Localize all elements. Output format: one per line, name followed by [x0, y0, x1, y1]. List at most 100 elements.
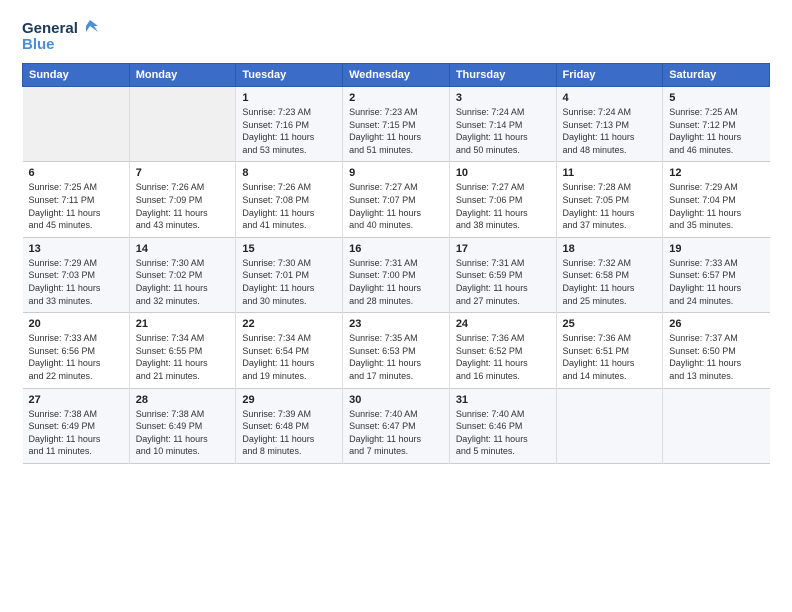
calendar-cell: 20 Sunrise: 7:33 AM Sunset: 6:56 PM Dayli… [23, 313, 130, 388]
day-number: 4 [563, 92, 657, 104]
day-info: Sunrise: 7:29 AM Sunset: 7:03 PM Dayligh… [29, 257, 123, 307]
day-info: Sunrise: 7:32 AM Sunset: 6:58 PM Dayligh… [563, 257, 657, 307]
day-info: Sunrise: 7:27 AM Sunset: 7:07 PM Dayligh… [349, 181, 443, 231]
day-number: 15 [242, 243, 336, 255]
calendar-cell: 16 Sunrise: 7:31 AM Sunset: 7:00 PM Dayli… [343, 237, 450, 312]
day-number: 26 [669, 318, 763, 330]
day-number: 2 [349, 92, 443, 104]
calendar-week-row: 6Sunrise: 7:25 AM Sunset: 7:11 PM Daylig… [23, 162, 770, 237]
day-number: 24 [456, 318, 550, 330]
calendar-cell: 15 Sunrise: 7:30 AM Sunset: 7:01 PM Dayli… [236, 237, 343, 312]
calendar-cell: 4Sunrise: 7:24 AM Sunset: 7:13 PM Daylig… [556, 87, 663, 162]
day-header: Thursday [449, 64, 556, 87]
calendar-cell: 1Sunrise: 7:23 AM Sunset: 7:16 PM Daylig… [236, 87, 343, 162]
day-info: Sunrise: 7:28 AM Sunset: 7:05 PM Dayligh… [563, 181, 657, 231]
day-info: Sunrise: 7:40 AM Sunset: 6:47 PM Dayligh… [349, 408, 443, 458]
day-header: Friday [556, 64, 663, 87]
day-info: Sunrise: 7:30 AM Sunset: 7:02 PM Dayligh… [136, 257, 230, 307]
calendar-cell: 11 Sunrise: 7:28 AM Sunset: 7:05 PM Dayli… [556, 162, 663, 237]
calendar-page: General Blue SundayMondayTuesdayWednesda… [0, 0, 792, 612]
calendar-cell: 19 Sunrise: 7:33 AM Sunset: 6:57 PM Dayli… [663, 237, 770, 312]
logo-general: General [22, 20, 78, 37]
day-info: Sunrise: 7:30 AM Sunset: 7:01 PM Dayligh… [242, 257, 336, 307]
day-info: Sunrise: 7:33 AM Sunset: 6:57 PM Dayligh… [669, 257, 763, 307]
calendar-cell: 14 Sunrise: 7:30 AM Sunset: 7:02 PM Dayli… [129, 237, 236, 312]
day-number: 18 [563, 243, 657, 255]
day-info: Sunrise: 7:29 AM Sunset: 7:04 PM Dayligh… [669, 181, 763, 231]
day-number: 5 [669, 92, 763, 104]
logo-bird-icon [80, 18, 100, 38]
calendar-cell: 27Sunrise: 7:38 AM Sunset: 6:49 PM Dayli… [23, 388, 130, 463]
calendar-cell: 26 Sunrise: 7:37 AM Sunset: 6:50 PM Dayli… [663, 313, 770, 388]
calendar-week-row: 27 Sunrise: 7:38 AM Sunset: 6:49 PM Dayli… [23, 388, 770, 463]
day-info: Sunrise: 7:37 AM Sunset: 6:50 PM Dayligh… [669, 332, 763, 382]
day-number: 8 [242, 167, 336, 179]
day-number: 17 [456, 243, 550, 255]
calendar-header-row: SundayMondayTuesdayWednesdayThursdayFrid… [23, 64, 770, 87]
logo-blue: Blue [22, 36, 55, 53]
calendar-cell: 31 Sunrise: 7:40 AM Sunset: 6:46 PM Dayli… [449, 388, 556, 463]
calendar-cell: 3 Sunrise: 7:24 AM Sunset: 7:14 PM Daylig… [449, 87, 556, 162]
day-number: 30 [349, 394, 443, 406]
day-info: Sunrise: 7:38 AM Sunset: 6:49 PM Dayligh… [136, 408, 230, 458]
calendar-cell: 23 Sunrise: 7:35 AM Sunset: 6:53 PM Dayli… [343, 313, 450, 388]
day-number: 27 [29, 394, 123, 406]
day-info: Sunrise: 7:24 AM Sunset: 7:14 PM Dayligh… [456, 106, 550, 156]
calendar-week-row: 1Sunrise: 7:23 AM Sunset: 7:16 PM Daylig… [23, 87, 770, 162]
day-info: Sunrise: 7:31 AM Sunset: 6:59 PM Dayligh… [456, 257, 550, 307]
calendar-cell: 6Sunrise: 7:25 AM Sunset: 7:11 PM Daylig… [23, 162, 130, 237]
day-number: 23 [349, 318, 443, 330]
day-info: Sunrise: 7:34 AM Sunset: 6:55 PM Dayligh… [136, 332, 230, 382]
day-info: Sunrise: 7:36 AM Sunset: 6:51 PM Dayligh… [563, 332, 657, 382]
day-info: Sunrise: 7:35 AM Sunset: 6:53 PM Dayligh… [349, 332, 443, 382]
day-info: Sunrise: 7:27 AM Sunset: 7:06 PM Dayligh… [456, 181, 550, 231]
header: General Blue [22, 18, 770, 53]
day-info: Sunrise: 7:26 AM Sunset: 7:08 PM Dayligh… [242, 181, 336, 231]
calendar-cell: 7 Sunrise: 7:26 AM Sunset: 7:09 PM Daylig… [129, 162, 236, 237]
calendar-cell: 5 Sunrise: 7:25 AM Sunset: 7:12 PM Daylig… [663, 87, 770, 162]
day-info: Sunrise: 7:36 AM Sunset: 6:52 PM Dayligh… [456, 332, 550, 382]
day-number: 16 [349, 243, 443, 255]
day-number: 31 [456, 394, 550, 406]
day-header: Tuesday [236, 64, 343, 87]
day-number: 20 [29, 318, 123, 330]
day-info: Sunrise: 7:23 AM Sunset: 7:15 PM Dayligh… [349, 106, 443, 156]
calendar-cell [556, 388, 663, 463]
day-number: 9 [349, 167, 443, 179]
day-info: Sunrise: 7:40 AM Sunset: 6:46 PM Dayligh… [456, 408, 550, 458]
calendar-cell: 24 Sunrise: 7:36 AM Sunset: 6:52 PM Dayli… [449, 313, 556, 388]
calendar-cell: 21 Sunrise: 7:34 AM Sunset: 6:55 PM Dayli… [129, 313, 236, 388]
day-info: Sunrise: 7:25 AM Sunset: 7:11 PM Dayligh… [29, 181, 123, 231]
day-number: 10 [456, 167, 550, 179]
day-info: Sunrise: 7:31 AM Sunset: 7:00 PM Dayligh… [349, 257, 443, 307]
day-info: Sunrise: 7:26 AM Sunset: 7:09 PM Dayligh… [136, 181, 230, 231]
day-info: Sunrise: 7:25 AM Sunset: 7:12 PM Dayligh… [669, 106, 763, 156]
day-number: 29 [242, 394, 336, 406]
calendar-cell: 9 Sunrise: 7:27 AM Sunset: 7:07 PM Daylig… [343, 162, 450, 237]
calendar-cell: 17 Sunrise: 7:31 AM Sunset: 6:59 PM Dayli… [449, 237, 556, 312]
day-info: Sunrise: 7:34 AM Sunset: 6:54 PM Dayligh… [242, 332, 336, 382]
day-number: 14 [136, 243, 230, 255]
calendar-cell: 22 Sunrise: 7:34 AM Sunset: 6:54 PM Dayli… [236, 313, 343, 388]
day-number: 13 [29, 243, 123, 255]
day-number: 12 [669, 167, 763, 179]
calendar-cell: 13 Sunrise: 7:29 AM Sunset: 7:03 PM Dayli… [23, 237, 130, 312]
day-number: 3 [456, 92, 550, 104]
calendar-cell: 10 Sunrise: 7:27 AM Sunset: 7:06 PM Dayli… [449, 162, 556, 237]
day-header: Saturday [663, 64, 770, 87]
day-number: 7 [136, 167, 230, 179]
day-number: 1 [242, 92, 336, 104]
day-number: 19 [669, 243, 763, 255]
day-number: 11 [563, 167, 657, 179]
day-number: 22 [242, 318, 336, 330]
calendar-cell: 12 Sunrise: 7:29 AM Sunset: 7:04 PM Dayli… [663, 162, 770, 237]
calendar-cell: 8 Sunrise: 7:26 AM Sunset: 7:08 PM Daylig… [236, 162, 343, 237]
calendar-week-row: 13 Sunrise: 7:29 AM Sunset: 7:03 PM Dayli… [23, 237, 770, 312]
calendar-cell: 2 Sunrise: 7:23 AM Sunset: 7:15 PM Daylig… [343, 87, 450, 162]
calendar-cell [23, 87, 130, 162]
day-header: Monday [129, 64, 236, 87]
calendar-cell: 28Sunrise: 7:38 AM Sunset: 6:49 PM Dayli… [129, 388, 236, 463]
day-number: 21 [136, 318, 230, 330]
day-header: Sunday [23, 64, 130, 87]
day-info: Sunrise: 7:33 AM Sunset: 6:56 PM Dayligh… [29, 332, 123, 382]
